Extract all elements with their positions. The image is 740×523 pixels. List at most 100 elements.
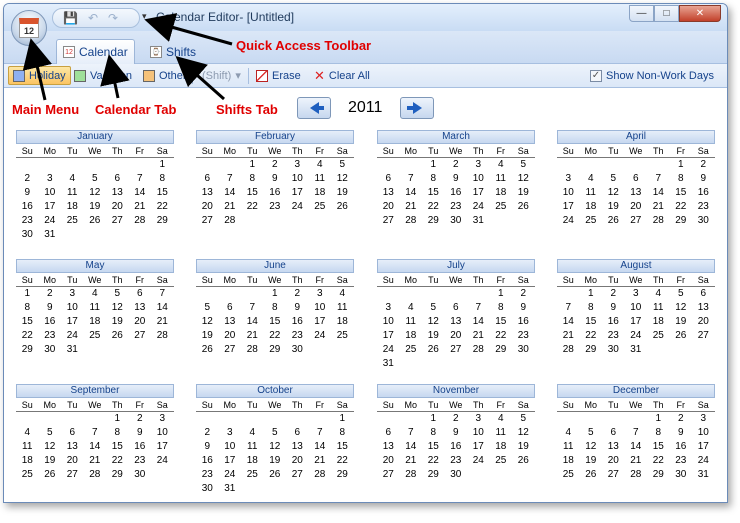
day-cell[interactable]: 8 xyxy=(647,426,670,440)
day-cell[interactable]: 11 xyxy=(490,172,513,186)
day-cell[interactable]: 17 xyxy=(151,440,174,454)
day-cell[interactable]: 4 xyxy=(647,287,670,301)
day-cell[interactable]: 1 xyxy=(490,287,513,301)
day-cell[interactable]: 27 xyxy=(106,214,129,228)
day-cell[interactable]: 4 xyxy=(241,426,264,440)
day-cell[interactable]: 16 xyxy=(129,440,152,454)
day-cell[interactable]: 31 xyxy=(377,357,400,371)
day-cell[interactable]: 20 xyxy=(377,200,400,214)
day-cell[interactable]: 18 xyxy=(490,440,513,454)
save-icon[interactable]: 💾 xyxy=(63,11,78,25)
day-cell[interactable]: 20 xyxy=(692,315,715,329)
day-cell[interactable]: 31 xyxy=(219,482,242,496)
day-cell[interactable]: 17 xyxy=(467,186,490,200)
day-cell[interactable]: 14 xyxy=(151,301,174,315)
day-cell[interactable]: 28 xyxy=(84,468,107,482)
day-cell[interactable]: 9 xyxy=(445,426,468,440)
day-cell[interactable]: 24 xyxy=(467,200,490,214)
day-cell[interactable]: 9 xyxy=(16,186,39,200)
day-cell[interactable]: 26 xyxy=(331,200,354,214)
minimize-button[interactable]: — xyxy=(629,5,654,22)
day-cell[interactable]: 10 xyxy=(692,426,715,440)
day-cell[interactable]: 1 xyxy=(331,412,354,426)
day-cell[interactable]: 19 xyxy=(670,315,693,329)
day-cell[interactable]: 4 xyxy=(309,158,332,172)
day-cell[interactable]: 23 xyxy=(39,329,62,343)
day-cell[interactable]: 27 xyxy=(61,468,84,482)
day-cell[interactable]: 1 xyxy=(106,412,129,426)
day-cell[interactable]: 14 xyxy=(129,186,152,200)
day-cell[interactable]: 8 xyxy=(670,172,693,186)
day-cell[interactable]: 12 xyxy=(264,440,287,454)
day-cell[interactable]: 8 xyxy=(106,426,129,440)
day-cell[interactable]: 24 xyxy=(557,214,580,228)
day-cell[interactable]: 26 xyxy=(196,343,219,357)
day-cell[interactable]: 5 xyxy=(106,287,129,301)
day-cell[interactable]: 15 xyxy=(264,315,287,329)
day-cell[interactable]: 1 xyxy=(16,287,39,301)
day-cell[interactable]: 30 xyxy=(512,343,535,357)
day-cell[interactable]: 25 xyxy=(16,468,39,482)
day-cell[interactable]: 25 xyxy=(241,468,264,482)
day-cell[interactable]: 7 xyxy=(625,426,648,440)
day-cell[interactable]: 19 xyxy=(106,315,129,329)
day-cell[interactable]: 19 xyxy=(512,186,535,200)
day-cell[interactable]: 8 xyxy=(422,426,445,440)
day-cell[interactable]: 8 xyxy=(151,172,174,186)
day-cell[interactable]: 28 xyxy=(129,214,152,228)
day-cell[interactable]: 6 xyxy=(286,426,309,440)
day-cell[interactable]: 22 xyxy=(264,329,287,343)
day-cell[interactable]: 6 xyxy=(445,301,468,315)
day-cell[interactable]: 31 xyxy=(625,343,648,357)
day-cell[interactable]: 10 xyxy=(625,301,648,315)
day-cell[interactable]: 11 xyxy=(241,440,264,454)
day-cell[interactable]: 19 xyxy=(422,329,445,343)
day-cell[interactable]: 13 xyxy=(377,186,400,200)
day-cell[interactable]: 8 xyxy=(331,426,354,440)
day-cell[interactable]: 6 xyxy=(377,426,400,440)
day-cell[interactable]: 14 xyxy=(219,186,242,200)
day-cell[interactable]: 29 xyxy=(264,343,287,357)
day-cell[interactable]: 7 xyxy=(647,172,670,186)
day-cell[interactable]: 21 xyxy=(241,329,264,343)
day-cell[interactable]: 14 xyxy=(241,315,264,329)
day-cell[interactable]: 14 xyxy=(647,186,670,200)
day-cell[interactable]: 30 xyxy=(670,468,693,482)
day-cell[interactable]: 13 xyxy=(129,301,152,315)
day-cell[interactable]: 11 xyxy=(309,172,332,186)
day-cell[interactable]: 26 xyxy=(106,329,129,343)
day-cell[interactable]: 11 xyxy=(490,426,513,440)
day-cell[interactable]: 12 xyxy=(84,186,107,200)
day-cell[interactable]: 11 xyxy=(84,301,107,315)
day-cell[interactable]: 6 xyxy=(219,301,242,315)
clear-all-button[interactable]: ✕ Clear All xyxy=(310,66,374,85)
day-cell[interactable]: 6 xyxy=(196,172,219,186)
day-cell[interactable]: 22 xyxy=(151,200,174,214)
day-cell[interactable]: 30 xyxy=(445,468,468,482)
day-cell[interactable]: 15 xyxy=(580,315,603,329)
day-cell[interactable]: 12 xyxy=(512,172,535,186)
day-cell[interactable]: 16 xyxy=(692,186,715,200)
day-cell[interactable]: 9 xyxy=(286,301,309,315)
day-cell[interactable]: 10 xyxy=(219,440,242,454)
day-cell[interactable]: 8 xyxy=(241,172,264,186)
day-cell[interactable]: 24 xyxy=(219,468,242,482)
day-cell[interactable]: 27 xyxy=(692,329,715,343)
day-cell[interactable]: 2 xyxy=(16,172,39,186)
day-cell[interactable]: 3 xyxy=(467,158,490,172)
day-cell[interactable]: 4 xyxy=(84,287,107,301)
day-cell[interactable]: 13 xyxy=(286,440,309,454)
day-cell[interactable]: 4 xyxy=(557,426,580,440)
day-cell[interactable]: 12 xyxy=(670,301,693,315)
day-cell[interactable]: 2 xyxy=(602,287,625,301)
day-cell[interactable]: 5 xyxy=(580,426,603,440)
day-cell[interactable]: 12 xyxy=(422,315,445,329)
day-cell[interactable]: 22 xyxy=(422,454,445,468)
day-cell[interactable]: 24 xyxy=(309,329,332,343)
day-cell[interactable]: 22 xyxy=(580,329,603,343)
day-cell[interactable]: 29 xyxy=(106,468,129,482)
day-cell[interactable]: 31 xyxy=(39,228,62,242)
day-cell[interactable]: 6 xyxy=(129,287,152,301)
day-cell[interactable]: 8 xyxy=(490,301,513,315)
day-cell[interactable]: 26 xyxy=(602,214,625,228)
